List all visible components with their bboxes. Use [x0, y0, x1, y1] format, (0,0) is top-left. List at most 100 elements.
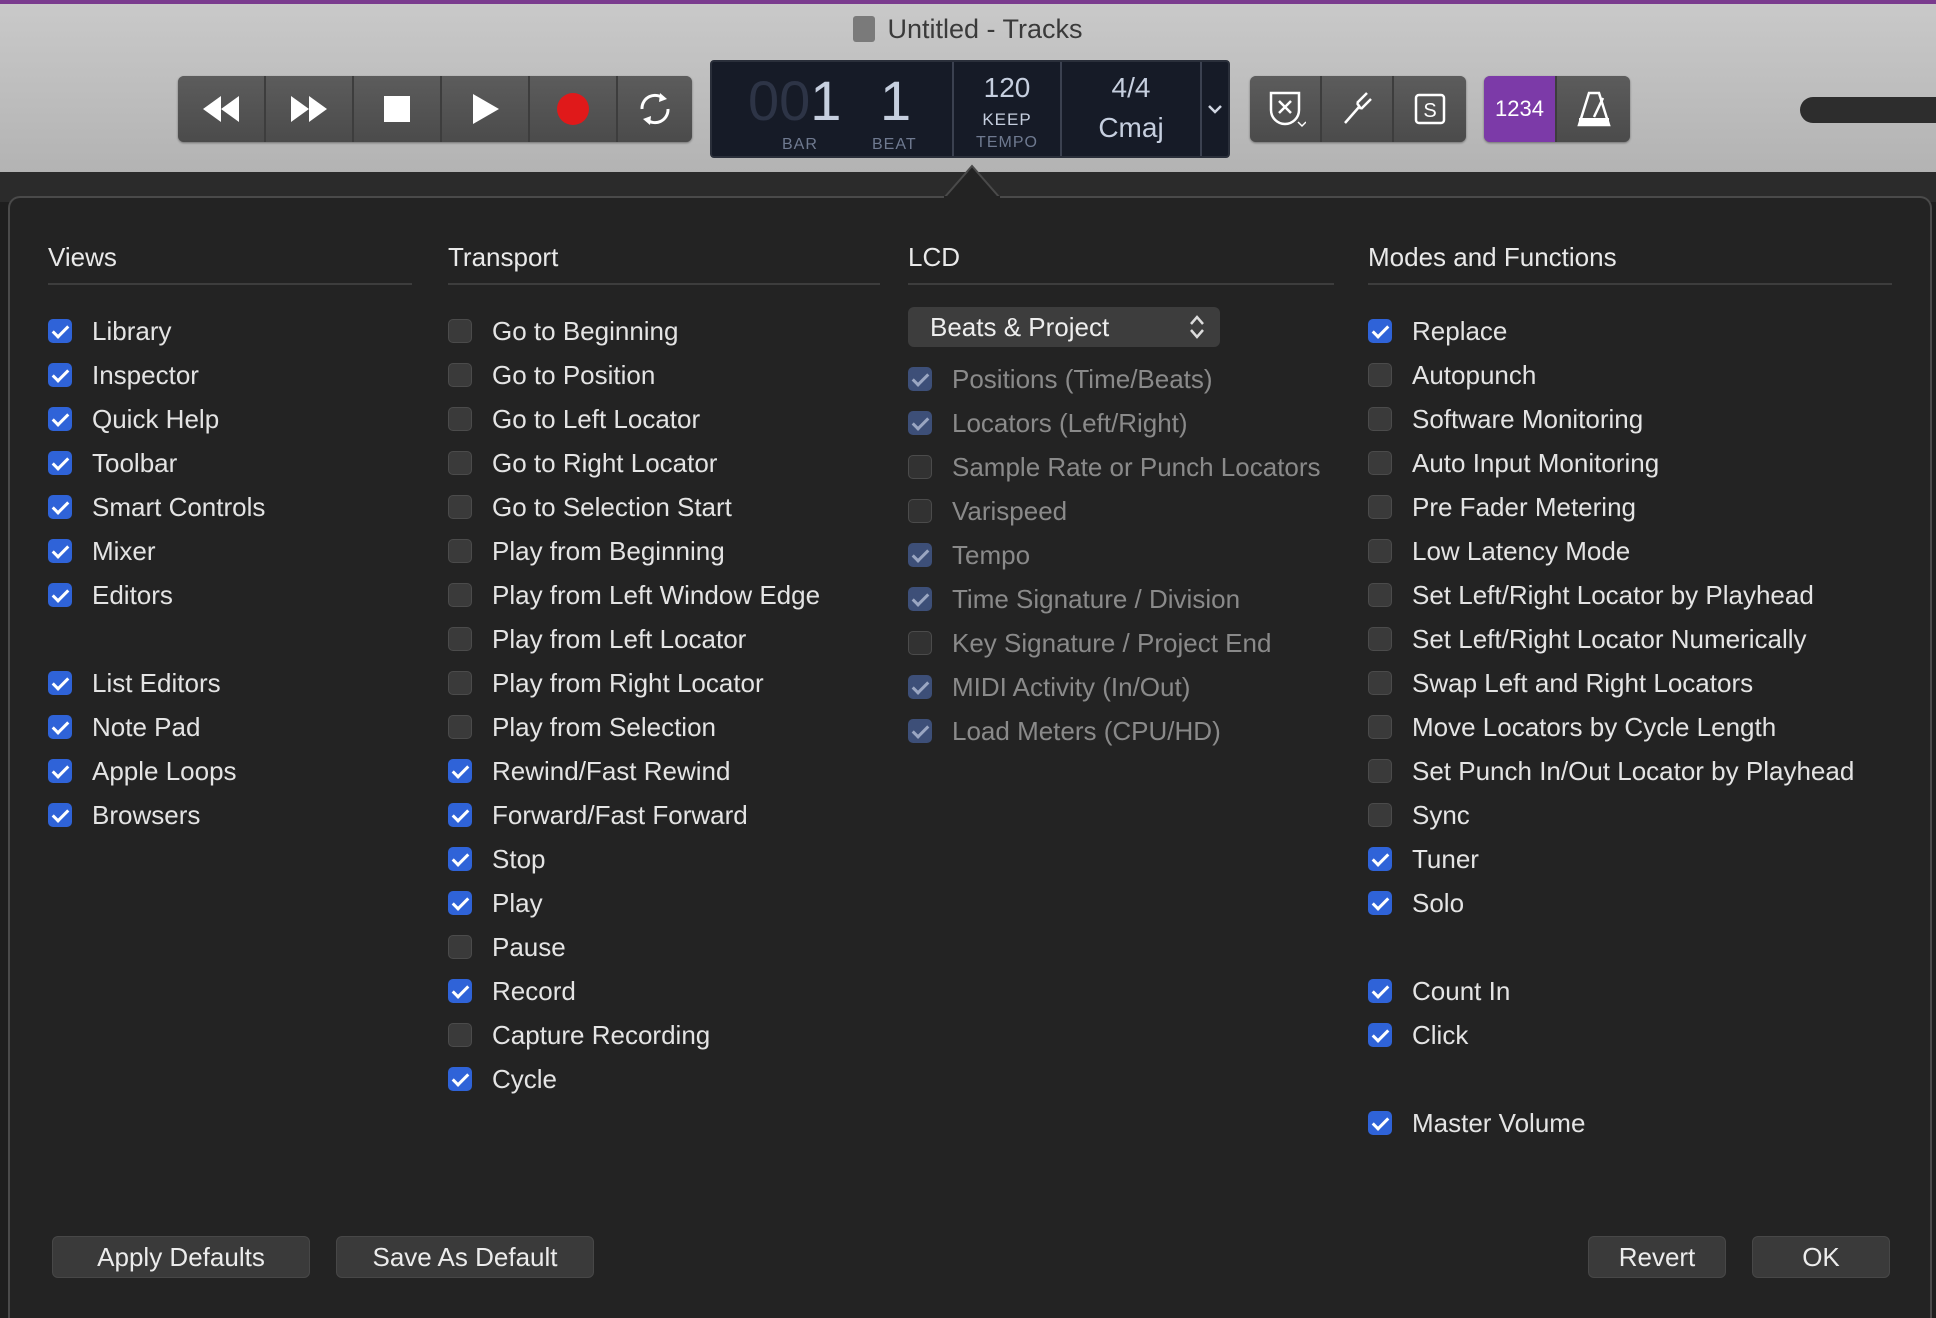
checkbox-row[interactable]: Capture Recording	[448, 1013, 880, 1057]
checkbox[interactable]	[448, 759, 472, 783]
checkbox[interactable]	[448, 539, 472, 563]
checkbox[interactable]	[48, 495, 72, 519]
checkbox-row[interactable]: Play from Beginning	[448, 529, 880, 573]
checkbox[interactable]	[908, 367, 932, 391]
checkbox[interactable]	[908, 543, 932, 567]
checkbox-row[interactable]: Play	[448, 881, 880, 925]
lcd-menu-button[interactable]	[1202, 62, 1228, 156]
checkbox[interactable]	[908, 675, 932, 699]
checkbox-row[interactable]: MIDI Activity (In/Out)	[908, 665, 1334, 709]
checkbox[interactable]	[448, 715, 472, 739]
fast-forward-button[interactable]	[266, 76, 354, 142]
checkbox[interactable]	[1368, 979, 1392, 1003]
checkbox-row[interactable]: Stop	[448, 837, 880, 881]
checkbox-row[interactable]: Go to Beginning	[448, 309, 880, 353]
stop-button[interactable]	[354, 76, 442, 142]
checkbox-row[interactable]: Tuner	[1368, 837, 1892, 881]
checkbox[interactable]	[448, 1023, 472, 1047]
apply-defaults-button[interactable]: Apply Defaults	[52, 1236, 310, 1278]
lcd-signature[interactable]: 4/4 Cmaj	[1062, 62, 1202, 156]
checkbox[interactable]	[1368, 803, 1392, 827]
record-button[interactable]	[530, 76, 618, 142]
lcd-position[interactable]: 001 1 BAR BEAT	[712, 62, 954, 156]
checkbox[interactable]	[1368, 847, 1392, 871]
checkbox[interactable]	[448, 935, 472, 959]
checkbox-row[interactable]: Play from Selection	[448, 705, 880, 749]
checkbox[interactable]	[48, 583, 72, 607]
checkbox[interactable]	[908, 411, 932, 435]
checkbox[interactable]	[1368, 583, 1392, 607]
checkbox[interactable]	[48, 319, 72, 343]
checkbox-row[interactable]: Swap Left and Right Locators	[1368, 661, 1892, 705]
checkbox[interactable]	[448, 847, 472, 871]
master-volume-slider[interactable]	[1800, 97, 1936, 123]
checkbox-row[interactable]: Sync	[1368, 793, 1892, 837]
checkbox[interactable]	[1368, 1023, 1392, 1047]
checkbox[interactable]	[1368, 451, 1392, 475]
checkbox-row[interactable]: Play from Right Locator	[448, 661, 880, 705]
tuner-button[interactable]	[1322, 76, 1394, 142]
checkbox-row[interactable]: Count In	[1368, 969, 1892, 1013]
checkbox-row[interactable]: Varispeed	[908, 489, 1334, 533]
checkbox-row[interactable]: Click	[1368, 1013, 1892, 1057]
checkbox-row[interactable]: Go to Position	[448, 353, 880, 397]
checkbox-row[interactable]: Apple Loops	[48, 749, 412, 793]
autopunch-button[interactable]	[1250, 76, 1322, 142]
checkbox[interactable]	[448, 803, 472, 827]
checkbox[interactable]	[1368, 407, 1392, 431]
checkbox[interactable]	[48, 715, 72, 739]
checkbox-row[interactable]: Time Signature / Division	[908, 577, 1334, 621]
checkbox-row[interactable]: Pre Fader Metering	[1368, 485, 1892, 529]
rewind-button[interactable]	[178, 76, 266, 142]
checkbox-row[interactable]: Key Signature / Project End	[908, 621, 1334, 665]
checkbox-row[interactable]: Rewind/Fast Rewind	[448, 749, 880, 793]
save-as-default-button[interactable]: Save As Default	[336, 1236, 594, 1278]
count-in-button[interactable]: 1234	[1484, 76, 1557, 142]
checkbox[interactable]	[908, 455, 932, 479]
checkbox[interactable]	[1368, 671, 1392, 695]
checkbox[interactable]	[48, 363, 72, 387]
checkbox-row[interactable]: Go to Selection Start	[448, 485, 880, 529]
checkbox-row[interactable]: Move Locators by Cycle Length	[1368, 705, 1892, 749]
checkbox-row[interactable]: Pause	[448, 925, 880, 969]
checkbox-row[interactable]: Quick Help	[48, 397, 412, 441]
checkbox[interactable]	[1368, 1111, 1392, 1135]
solo-button[interactable]: S	[1394, 76, 1466, 142]
checkbox[interactable]	[1368, 319, 1392, 343]
checkbox-row[interactable]: Load Meters (CPU/HD)	[908, 709, 1334, 753]
checkbox-row[interactable]: Positions (Time/Beats)	[908, 357, 1334, 401]
checkbox-row[interactable]: Low Latency Mode	[1368, 529, 1892, 573]
lcd-tempo[interactable]: 120 KEEP TEMPO	[954, 62, 1062, 156]
checkbox[interactable]	[448, 363, 472, 387]
checkbox-row[interactable]: Inspector	[48, 353, 412, 397]
checkbox-row[interactable]: Tempo	[908, 533, 1334, 577]
checkbox[interactable]	[908, 587, 932, 611]
checkbox-row[interactable]: Toolbar	[48, 441, 412, 485]
checkbox[interactable]	[908, 631, 932, 655]
checkbox[interactable]	[448, 583, 472, 607]
checkbox[interactable]	[448, 407, 472, 431]
checkbox[interactable]	[448, 671, 472, 695]
checkbox[interactable]	[48, 803, 72, 827]
checkbox-row[interactable]: Sample Rate or Punch Locators	[908, 445, 1334, 489]
checkbox[interactable]	[448, 319, 472, 343]
checkbox[interactable]	[48, 407, 72, 431]
checkbox[interactable]	[1368, 363, 1392, 387]
metronome-button[interactable]	[1557, 76, 1630, 142]
checkbox[interactable]	[48, 671, 72, 695]
checkbox-row[interactable]: Mixer	[48, 529, 412, 573]
checkbox[interactable]	[908, 499, 932, 523]
checkbox[interactable]	[1368, 539, 1392, 563]
checkbox-row[interactable]: Locators (Left/Right)	[908, 401, 1334, 445]
checkbox[interactable]	[1368, 891, 1392, 915]
checkbox-row[interactable]: Software Monitoring	[1368, 397, 1892, 441]
checkbox[interactable]	[448, 979, 472, 1003]
checkbox-row[interactable]: Replace	[1368, 309, 1892, 353]
checkbox[interactable]	[448, 1067, 472, 1091]
revert-button[interactable]: Revert	[1588, 1236, 1726, 1278]
checkbox-row[interactable]: Go to Left Locator	[448, 397, 880, 441]
play-button[interactable]	[442, 76, 530, 142]
checkbox[interactable]	[48, 759, 72, 783]
checkbox-row[interactable]: Library	[48, 309, 412, 353]
checkbox[interactable]	[48, 451, 72, 475]
